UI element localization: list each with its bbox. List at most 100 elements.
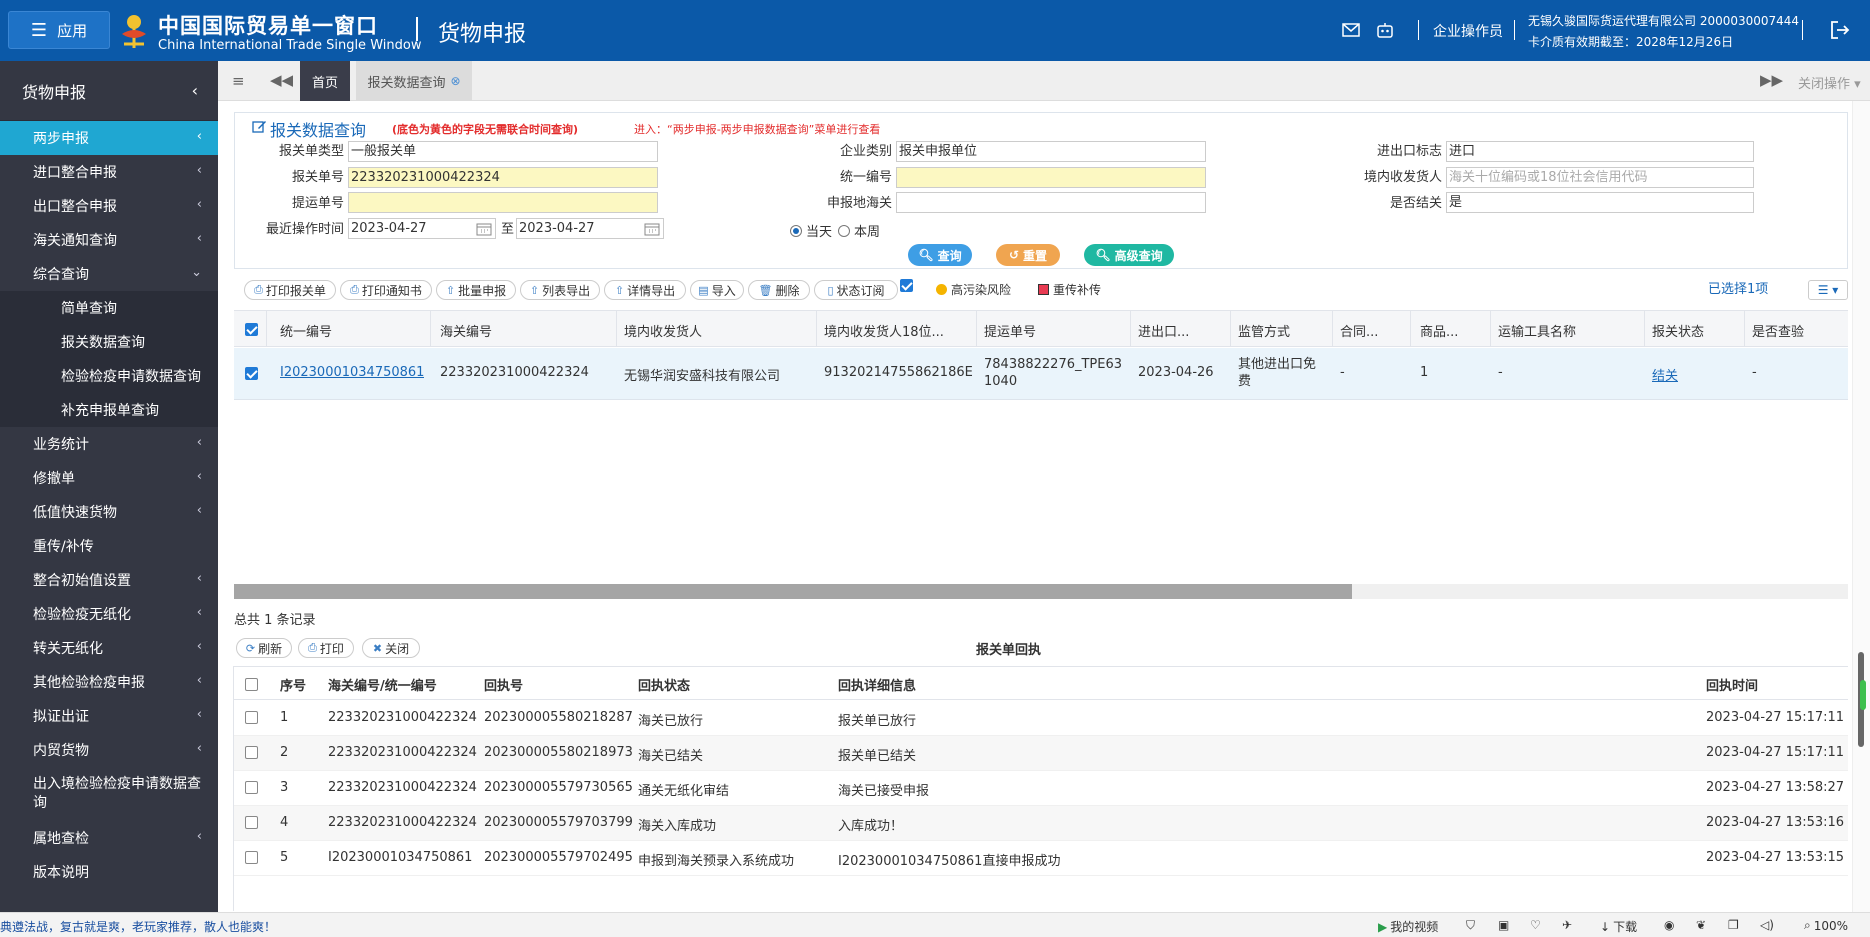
sidebar-item-import-integrated[interactable]: 进口整合申报 ‹ — [0, 155, 218, 189]
sidebar-item-certificate[interactable]: 拟证出证 ‹ — [0, 699, 218, 733]
query-button[interactable]: 🔍︎ 查询 — [908, 244, 972, 266]
col-customs-unified-no[interactable]: 海关编号/统一编号 — [328, 675, 437, 694]
robot-icon[interactable] — [1376, 22, 1394, 38]
row-checkbox[interactable] — [245, 711, 258, 724]
row-checkbox[interactable] — [245, 851, 258, 864]
bill-no-input[interactable] — [348, 192, 658, 213]
advanced-query-button[interactable]: 🔍︎ 高级查询 — [1084, 244, 1174, 266]
window-icon[interactable]: ❐ — [1728, 918, 1742, 932]
row-checkbox[interactable] — [245, 746, 258, 759]
vertical-scrollbar[interactable] — [1852, 101, 1870, 912]
ent-type-select[interactable]: 报关申报单位 — [896, 141, 1206, 162]
radio-week-dot[interactable] — [838, 224, 850, 237]
sidebar-item-init-settings[interactable]: 整合初始值设置 ‹ — [0, 563, 218, 597]
table-row[interactable]: 5 I20230001034750861 202300005579702495 … — [234, 841, 1848, 876]
decl-status-link[interactable]: 结关 — [1652, 365, 1678, 384]
sidebar-item-transit-paperless[interactable]: 转关无纸化 ‹ — [0, 631, 218, 665]
col-inspected[interactable]: 是否查验 — [1752, 321, 1804, 340]
sidebar-item-local-inspection[interactable]: 属地查检 ‹ — [0, 821, 218, 855]
tab-scroll-left-icon[interactable]: ◀◀ — [270, 71, 293, 89]
row-checkbox[interactable] — [245, 816, 258, 829]
col-receipt-detail[interactable]: 回执详细信息 — [838, 675, 916, 694]
date-to-input[interactable]: 2023-04-27 — [516, 218, 664, 239]
table-row[interactable]: 4 223320231000422324 202300005579703799 … — [234, 806, 1848, 841]
batch-declare-button[interactable]: ⇧ 批量申报 — [436, 280, 516, 300]
col-seq[interactable]: 序号 — [280, 675, 306, 694]
my-video-button[interactable]: ▶ 我的视频 — [1378, 918, 1438, 935]
sidebar-item-revoke[interactable]: 修撤单 ‹ — [0, 461, 218, 495]
customs-input[interactable] — [896, 192, 1206, 213]
app-menu-button[interactable]: ☰ 应用 — [8, 11, 110, 49]
tab-decl-data-query[interactable]: 报关数据查询 ⊗ — [356, 61, 472, 101]
leaf-icon[interactable]: ❦ — [1696, 918, 1710, 932]
col-transport[interactable]: 运输工具名称 — [1498, 321, 1576, 340]
consignee-input[interactable]: 海关十位编码或18位社会信用代码 — [1446, 167, 1754, 188]
rocket-icon[interactable]: ✈ — [1562, 918, 1576, 932]
sidebar-item-low-value[interactable]: 低值快速货物 ‹ — [0, 495, 218, 529]
zoom-level[interactable]: ⌕ 100% — [1804, 918, 1848, 933]
table-row[interactable]: 2 223320231000422324 202300005580218973 … — [234, 736, 1848, 771]
date-from-input[interactable]: 2023-04-27 — [348, 218, 496, 239]
reset-button[interactable]: ↺ 重置 — [996, 244, 1060, 266]
sidebar-item-statistics[interactable]: 业务统计 ‹ — [0, 427, 218, 461]
shield-icon[interactable]: ⛉ — [1466, 918, 1480, 932]
sidebar-item-other-inspection[interactable]: 其他检验检疫申报 ‹ — [0, 665, 218, 699]
heart-icon[interactable]: ♡ — [1530, 918, 1544, 932]
close-icon[interactable]: ⊗ — [450, 74, 460, 88]
refresh-button[interactable]: ⟳ 刷新 — [236, 638, 292, 658]
sidebar-item-paperless-inspection[interactable]: 检验检疫无纸化 ‹ — [0, 597, 218, 631]
print-decl-button[interactable]: ⎙ 打印报关单 — [244, 280, 336, 300]
list-export-button[interactable]: ⇧ 列表导出 — [520, 280, 600, 300]
sidebar-item-general-query[interactable]: 综合查询 ⌄ — [0, 257, 218, 291]
sidebar-subitem-simple-query[interactable]: 简单查询 — [0, 291, 218, 325]
volume-icon[interactable]: ◁) — [1760, 918, 1774, 932]
game-icon[interactable]: ◉ — [1664, 918, 1678, 932]
decl-no-input[interactable]: 223320231000422324 — [348, 167, 658, 188]
sidebar-title[interactable]: 货物申报 ‹ — [0, 61, 218, 121]
col-contract[interactable]: 合同... — [1340, 321, 1378, 340]
sidebar-item-export-integrated[interactable]: 出口整合申报 ‹ — [0, 189, 218, 223]
tab-scroll-right-icon[interactable]: ▶▶ — [1760, 71, 1783, 89]
sidebar-subitem-supplement-query[interactable]: 补充申报单查询 — [0, 393, 218, 427]
horizontal-scrollbar-thumb[interactable] — [234, 584, 1352, 599]
col-receipt-time[interactable]: 回执时间 — [1706, 675, 1758, 694]
logout-icon[interactable] — [1830, 20, 1850, 40]
receipt-select-all-checkbox[interactable] — [245, 678, 258, 691]
unified-no-link[interactable]: I20230001034750861 — [280, 365, 424, 380]
unified-no-input[interactable] — [896, 167, 1206, 188]
close-operations-dropdown[interactable]: 关闭操作 ▾ — [1798, 73, 1861, 92]
col-goods[interactable]: 商品... — [1420, 321, 1458, 340]
col-consignee[interactable]: 境内收发货人 — [624, 321, 702, 340]
row-checkbox[interactable] — [245, 781, 258, 794]
calendar-icon[interactable] — [644, 222, 660, 236]
col-receipt-no[interactable]: 回执号 — [484, 675, 523, 694]
tab-home[interactable]: 首页 — [300, 61, 350, 101]
menu-toggle-icon[interactable]: ≡ — [232, 72, 245, 90]
sidebar-item-resend[interactable]: 重传/补传 — [0, 529, 218, 563]
radio-today-dot[interactable] — [790, 224, 802, 237]
col-bill-no[interactable]: 提运单号 — [984, 321, 1036, 340]
delete-button[interactable]: 🗑︎ 删除 — [748, 280, 810, 300]
sidebar-item-two-step[interactable]: 两步申报 ‹ — [0, 121, 218, 155]
status-subscribe-button[interactable]: ▯ 状态订阅 — [814, 280, 898, 300]
row-checkbox[interactable] — [245, 367, 258, 380]
col-consignee-code[interactable]: 境内收发货人18位... — [824, 321, 944, 340]
import-button[interactable]: ▤ 导入 — [690, 280, 744, 300]
col-ie-date[interactable]: 进出口... — [1138, 321, 1189, 340]
user-role[interactable]: 企业操作员 — [1433, 21, 1503, 41]
ad-ticker[interactable]: 典遵法战，复古就是爽，老玩家推荐，散人也能爽！ — [0, 918, 276, 935]
select-all-checkbox[interactable] — [245, 323, 258, 336]
col-receipt-status[interactable]: 回执状态 — [638, 675, 690, 694]
detail-export-button[interactable]: ⇧ 详情导出 — [604, 280, 686, 300]
radio-week[interactable]: 本周 — [838, 221, 880, 240]
print-notice-button[interactable]: ⎙ 打印通知书 — [340, 280, 432, 300]
ie-flag-select[interactable]: 进口 — [1446, 141, 1754, 162]
decl-type-select[interactable]: 一般报关单 — [348, 141, 658, 162]
sidebar-subitem-decl-data-query[interactable]: 报关数据查询 — [0, 325, 218, 359]
radio-today[interactable]: 当天 — [790, 221, 832, 240]
sidebar-item-version-notes[interactable]: 版本说明 — [0, 855, 218, 889]
sidebar-item-entry-exit-inspection-query[interactable]: 出入境检验检疫申请数据查询 — [0, 767, 218, 821]
receipt-print-button[interactable]: ⎙ 打印 — [298, 638, 354, 658]
closed-select[interactable]: 是 — [1446, 192, 1754, 213]
table-row[interactable]: 1 223320231000422324 202300005580218287 … — [234, 701, 1848, 736]
